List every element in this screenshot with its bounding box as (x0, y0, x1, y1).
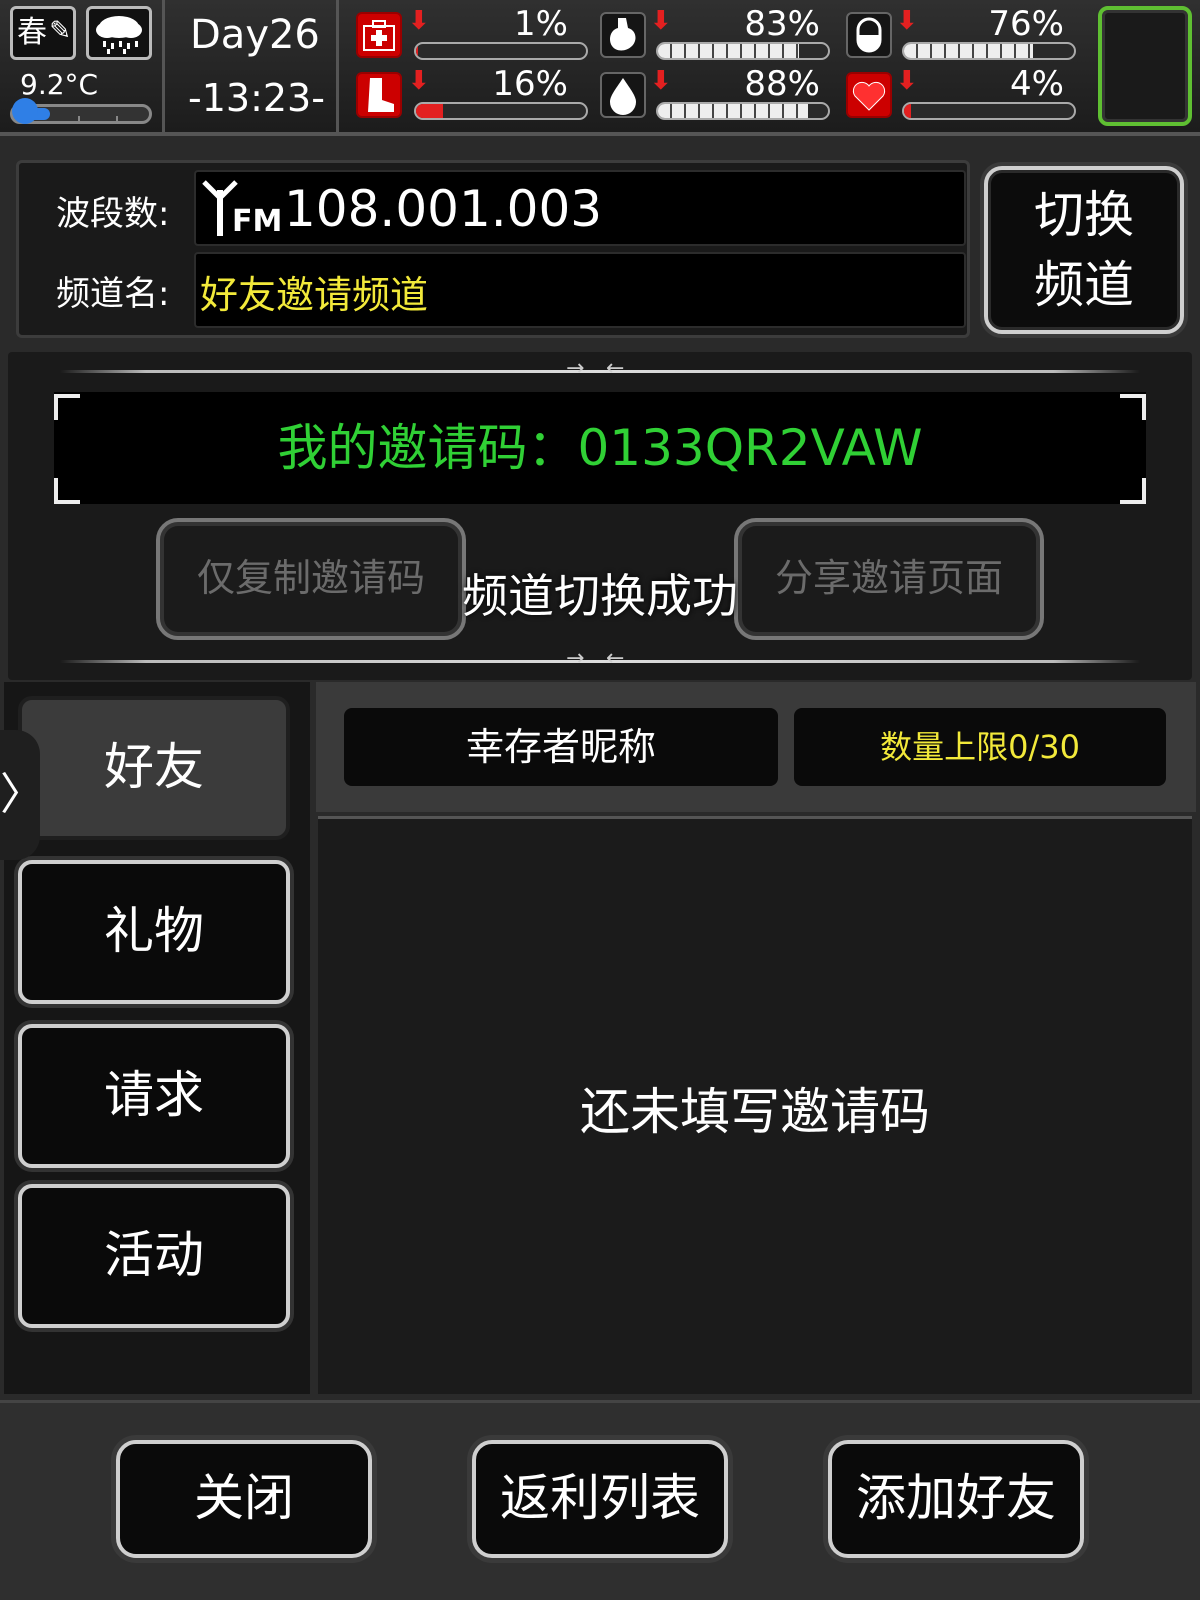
trend-down-icon: ⬇ (896, 66, 918, 96)
health-bar (414, 42, 588, 60)
day-counter: Day26 (190, 12, 320, 58)
switch-channel-label-2: 频道 (1034, 256, 1134, 314)
water-drop-icon (600, 72, 646, 118)
fm-label: FM (232, 204, 283, 239)
tab-requests[interactable]: 请求 (18, 1024, 290, 1168)
hunger-percent: 83% (744, 4, 820, 44)
toast-message: 频道切换成功 (462, 569, 738, 623)
season-label: 春 (17, 15, 47, 50)
health-bar-fill (416, 44, 418, 58)
ornament-divider (60, 660, 1140, 663)
arrow-left-icon: ← (606, 646, 625, 671)
friend-limit-counter: 数量上限0/30 (794, 708, 1166, 786)
mood-bar-fill (904, 104, 911, 118)
switch-channel-label-1: 切换 (1034, 186, 1134, 244)
thermometer-tick (78, 116, 80, 124)
thermometer-icon (12, 98, 38, 124)
my-invite-code: 我的邀请码：0133QR2VAW (277, 419, 923, 477)
thirst-bar (656, 102, 830, 120)
hunger-bar-fill (658, 44, 800, 58)
medicine-bar-fill (904, 44, 1034, 58)
rain-cloud-icon (86, 6, 152, 60)
share-invite-page-button[interactable]: 分享邀请页面 (734, 518, 1044, 640)
hud-divider (336, 0, 339, 132)
medicine-percent: 76% (988, 4, 1064, 44)
stomach-icon (600, 12, 646, 58)
mood-percent: 4% (1010, 64, 1064, 104)
copy-invite-code-button[interactable]: 仅复制邀请码 (156, 518, 466, 640)
arrow-right-icon: → (566, 356, 585, 381)
arrow-right-icon: → (566, 646, 585, 671)
chevron-right-icon[interactable]: 〉 (0, 730, 44, 860)
trend-down-icon: ⬇ (650, 66, 672, 96)
close-button[interactable]: 关闭 (116, 1440, 372, 1558)
trend-down-icon: ⬇ (896, 6, 918, 36)
trend-down-icon: ⬇ (408, 6, 430, 36)
frequency-value: 108.001.003 (284, 180, 603, 238)
stamina-percent: 16% (492, 64, 568, 104)
trend-down-icon: ⬇ (408, 66, 430, 96)
heart-icon (846, 72, 892, 118)
medicine-bar (902, 42, 1076, 60)
channel-name: 好友邀请频道 (200, 273, 429, 317)
thirst-bar-fill (658, 104, 808, 118)
feather-icon: ✎ (49, 16, 71, 46)
hud-divider (162, 0, 165, 132)
hunger-bar (656, 42, 830, 60)
arrow-left-icon: ← (606, 356, 625, 381)
rebate-list-button[interactable]: 返利列表 (472, 1440, 728, 1558)
game-clock: -13:23- (188, 76, 325, 120)
mood-bar (902, 102, 1076, 120)
stamina-bar (414, 102, 588, 120)
temperature-readout: 9.2°C (20, 68, 99, 101)
health-percent: 1% (514, 4, 568, 44)
tab-events[interactable]: 活动 (18, 1184, 290, 1328)
season-indicator: 春 ✎ (10, 6, 76, 60)
nickname-column-header: 幸存者昵称 (344, 708, 778, 786)
add-friend-button[interactable]: 添加好友 (828, 1440, 1084, 1558)
switch-channel-button[interactable]: 切换 频道 (984, 166, 1184, 334)
boot-icon (356, 72, 402, 118)
tab-gifts[interactable]: 礼物 (18, 860, 290, 1004)
stamina-bar-fill (416, 104, 444, 118)
tab-friends[interactable]: 好友 (18, 696, 290, 840)
pill-icon (846, 12, 892, 58)
thirst-percent: 88% (744, 64, 820, 104)
empty-state-message: 还未填写邀请码 (580, 1083, 930, 1141)
trend-down-icon: ⬇ (650, 6, 672, 36)
band-label: 波段数: (56, 194, 170, 234)
thermometer-tick (116, 116, 118, 124)
ornament-divider (60, 370, 1140, 373)
channel-label: 频道名: (56, 274, 170, 314)
status-slot[interactable] (1098, 6, 1192, 126)
medkit-icon (356, 12, 402, 58)
